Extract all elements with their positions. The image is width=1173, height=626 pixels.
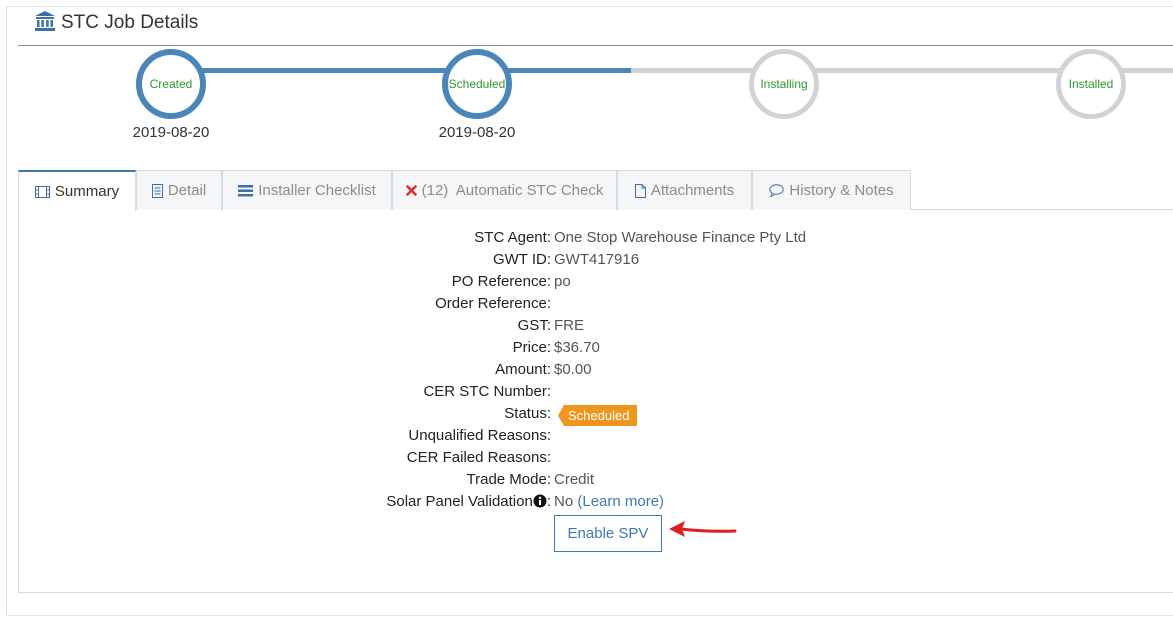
field-cer-stc-number: CER STC Number:	[19, 383, 1173, 405]
field-label: Status:	[504, 405, 551, 422]
field-po-reference: PO Reference: po	[19, 273, 1173, 295]
field-label: Trade Mode:	[466, 471, 552, 488]
step-label: Installed	[1068, 77, 1114, 91]
summary-panel: STC Agent: One Stop Warehouse Finance Pt…	[18, 209, 1173, 593]
field-gwt-id: GWT ID: GWT417916	[19, 251, 1173, 273]
tab-history-notes[interactable]: History & Notes	[752, 170, 911, 210]
page-header: STC Job Details	[18, 0, 1173, 46]
field-order-reference: Order Reference:	[19, 295, 1173, 317]
tab-label: Installer Checklist	[258, 182, 376, 199]
tab-attachments[interactable]: Attachments	[617, 170, 752, 210]
status-badge: Scheduled	[558, 405, 638, 426]
tab-summary[interactable]: Summary	[18, 170, 136, 211]
field-amount: Amount: $0.00	[19, 361, 1173, 383]
comment-icon	[769, 184, 785, 197]
tab-label: Attachments	[650, 182, 735, 199]
field-label: GST:	[517, 317, 551, 334]
file-icon	[634, 183, 646, 198]
field-label-suffix: :	[546, 493, 551, 510]
step-scheduled: Scheduled	[442, 49, 512, 119]
tab-label: Detail	[167, 182, 207, 199]
field-label: Price:	[512, 339, 551, 356]
field-stc-agent: STC Agent: One Stop Warehouse Finance Pt…	[19, 229, 1173, 251]
tab-label: (12) Automatic STC Check	[421, 182, 604, 199]
field-label: Unqualified Reasons:	[408, 427, 551, 444]
field-value: Credit	[554, 471, 595, 488]
tab-label: History & Notes	[789, 182, 894, 199]
progress-track-done	[171, 68, 631, 73]
field-unqualified-reasons: Unqualified Reasons:	[19, 427, 1173, 449]
field-label: CER STC Number:	[423, 383, 551, 400]
field-trade-mode: Trade Mode: Credit	[19, 471, 1173, 493]
step-created-date: 2019-08-20	[132, 124, 210, 141]
tab-bar: Summary Detail Installer Checklist (12) …	[18, 170, 1173, 211]
field-value: No	[554, 493, 574, 510]
field-value: GWT417916	[554, 251, 640, 268]
page-title: STC Job Details	[61, 12, 199, 33]
field-label: PO Reference:	[451, 273, 551, 290]
info-icon[interactable]	[533, 494, 547, 508]
field-value: po	[554, 273, 571, 290]
field-solar-panel-validation: Solar Panel Validation : No (Learn more)	[19, 493, 1173, 515]
field-label: CER Failed Reasons:	[406, 449, 551, 466]
annotation-arrow-icon	[669, 521, 737, 537]
step-installing: Installing	[749, 49, 819, 119]
bank-icon	[35, 11, 55, 31]
learn-more-link[interactable]: (Learn more)	[577, 493, 664, 510]
step-label: Scheduled	[448, 77, 506, 91]
step-label: Installing	[760, 77, 808, 91]
field-label: Solar Panel Validation	[386, 493, 533, 510]
field-value: One Stop Warehouse Finance Pty Ltd	[554, 229, 807, 246]
step-scheduled-date: 2019-08-20	[438, 124, 516, 141]
tab-installer-checklist[interactable]: Installer Checklist	[222, 170, 392, 210]
field-label: Order Reference:	[435, 295, 551, 312]
step-installed: Installed	[1056, 49, 1126, 119]
field-label-wrap: Solar Panel Validation :	[386, 493, 551, 510]
field-value: $0.00	[554, 361, 592, 378]
field-value: $36.70	[554, 339, 600, 356]
document-icon	[151, 183, 163, 198]
step-created: Created	[136, 49, 206, 119]
list-icon	[238, 184, 254, 196]
error-x-icon	[405, 185, 417, 196]
field-gst: GST: FRE	[19, 317, 1173, 339]
tab-detail[interactable]: Detail	[136, 170, 222, 210]
field-value-wrap: No (Learn more)	[554, 493, 664, 510]
field-value: FRE	[554, 317, 584, 334]
step-label: Created	[149, 77, 193, 91]
enable-spv-button[interactable]: Enable SPV	[554, 515, 662, 552]
field-cer-failed-reasons: CER Failed Reasons:	[19, 449, 1173, 471]
film-icon	[34, 185, 50, 198]
field-label: GWT ID:	[492, 251, 551, 268]
field-price: Price: $36.70	[19, 339, 1173, 361]
field-label: Amount:	[495, 361, 551, 378]
field-label: STC Agent:	[474, 229, 551, 246]
tab-automatic-stc-check[interactable]: (12) Automatic STC Check	[392, 170, 617, 210]
tab-label: Summary	[54, 183, 120, 200]
